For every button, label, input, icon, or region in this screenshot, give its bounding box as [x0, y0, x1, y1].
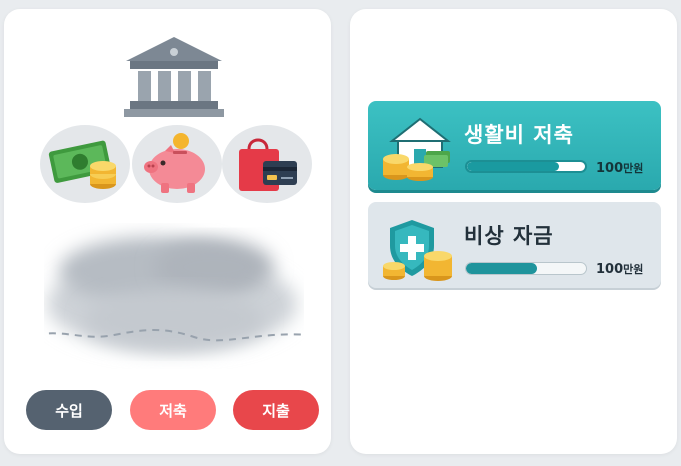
goal-progress-fill	[466, 263, 537, 274]
save-button[interactable]: 저축	[130, 390, 216, 430]
goal-amount-number: 100	[596, 262, 624, 277]
goal-amount: 100만원	[596, 261, 643, 277]
goal-amount-unit: 만원	[623, 263, 644, 276]
house-coins-icon	[380, 115, 458, 181]
goal-title: 비상 자금	[464, 224, 554, 248]
smudged-illustration	[35, 209, 313, 369]
savings-goals-panel: 생활비 저축 100만원 비상 자금 100만원	[350, 9, 677, 454]
bank-icon	[122, 31, 226, 119]
cash-coins-icon[interactable]	[40, 125, 130, 203]
income-button[interactable]: 수입	[26, 390, 112, 430]
spend-button[interactable]: 지출	[233, 390, 319, 430]
shield-coins-icon	[380, 216, 458, 282]
goal-card-emergency-fund[interactable]: 비상 자금 100만원	[368, 202, 661, 288]
goal-amount-unit: 만원	[623, 162, 644, 175]
shopping-bag-card-icon[interactable]	[222, 125, 312, 203]
goal-progress-fill	[467, 162, 560, 171]
goal-amount-number: 100	[596, 161, 624, 176]
goal-title: 생활비 저축	[464, 123, 574, 147]
money-flow-panel: 수입 저축 지출	[4, 9, 331, 454]
piggy-bank-icon[interactable]	[132, 125, 222, 203]
goal-progress-bar	[465, 262, 587, 275]
goal-card-living-expenses[interactable]: 생활비 저축 100만원	[368, 101, 661, 190]
goal-progress-bar	[465, 160, 587, 173]
goal-amount: 100만원	[596, 160, 643, 176]
